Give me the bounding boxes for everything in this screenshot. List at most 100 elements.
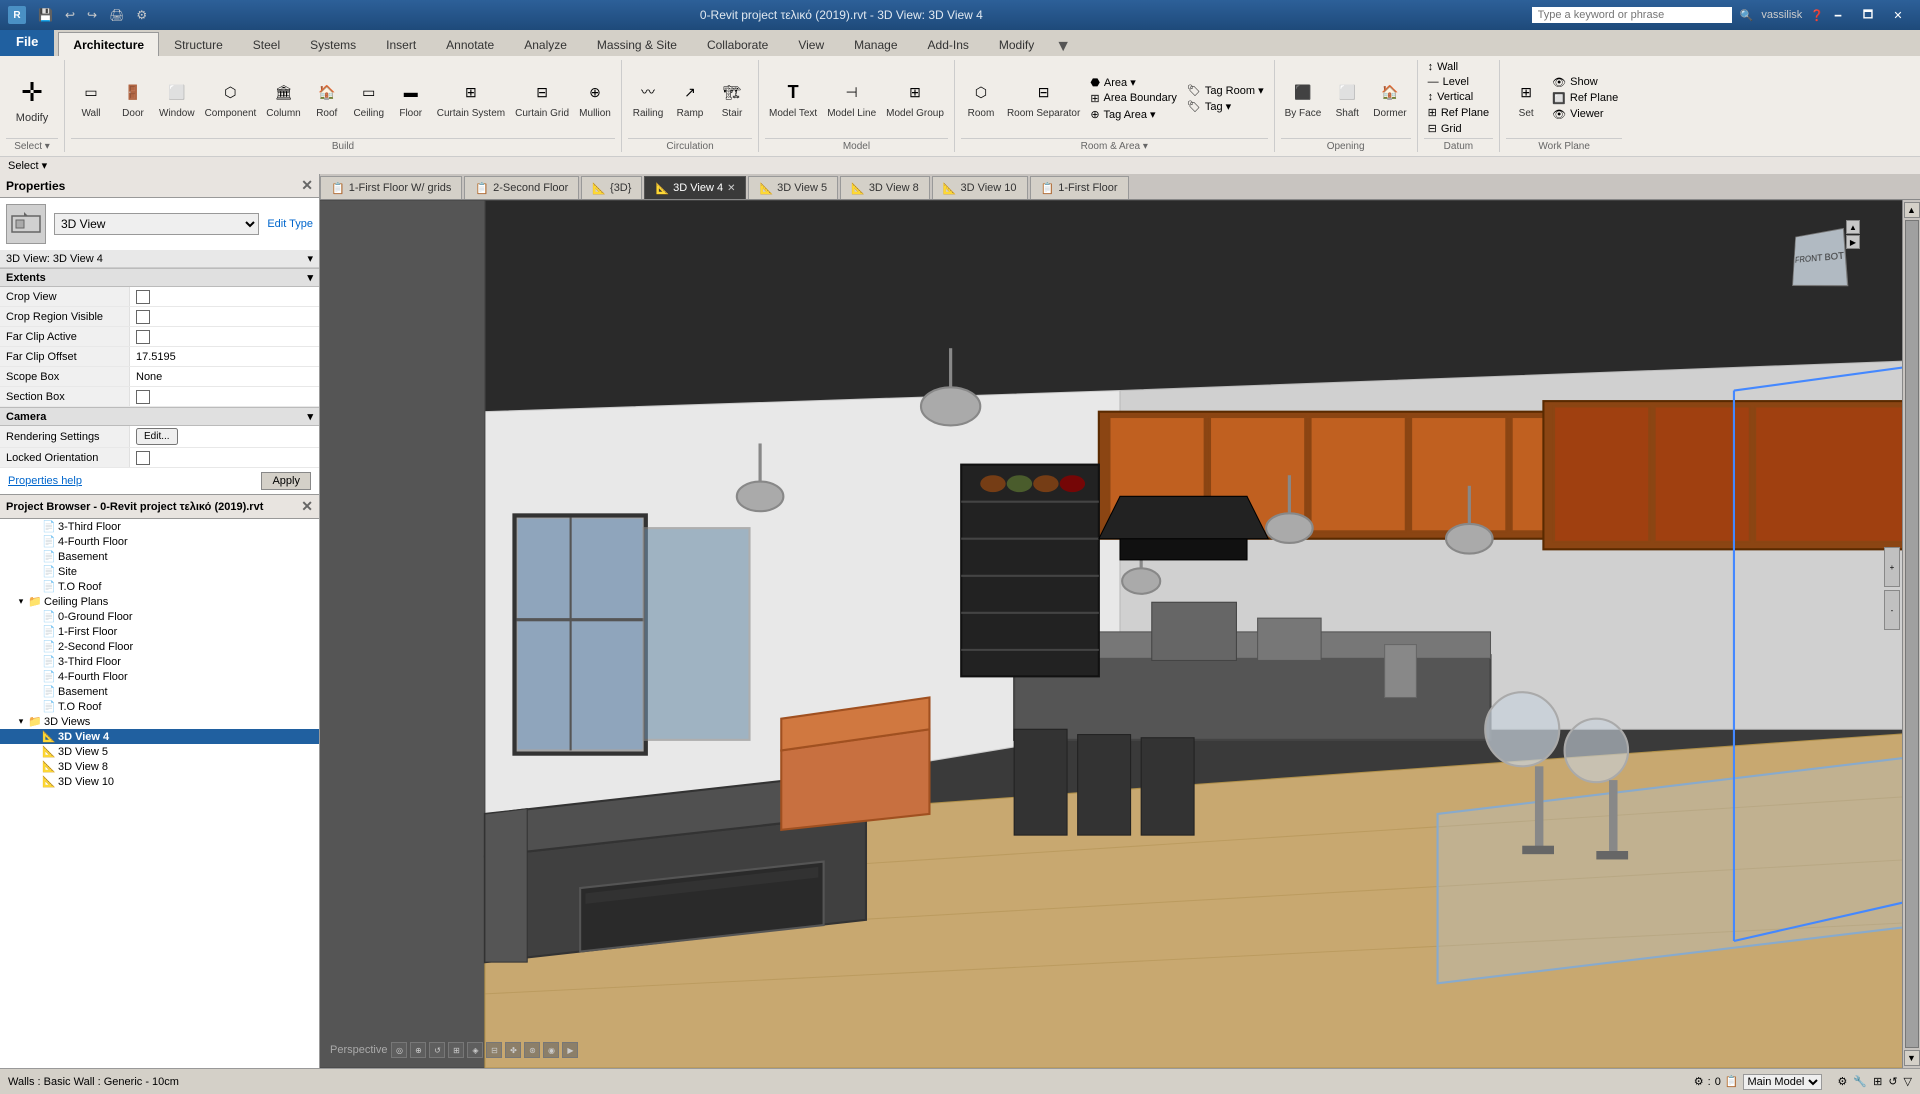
status-icon-5[interactable]: ▽: [1904, 1075, 1912, 1088]
wall-button[interactable]: ▭ Wall: [71, 74, 111, 122]
nav-cube-controls[interactable]: ▲ ▶: [1846, 220, 1860, 249]
view-dropdown[interactable]: 3D View: 3D View 4 ▾: [0, 250, 319, 268]
edit-rendering-button[interactable]: Edit...: [136, 428, 178, 445]
tab-view[interactable]: View: [783, 32, 839, 56]
window-button[interactable]: ⬜ Window: [155, 74, 199, 122]
tab-first-floor-grids[interactable]: 📋 1-First Floor W/ grids: [320, 176, 462, 199]
persp-icon-9[interactable]: ◉: [543, 1042, 559, 1058]
persp-icon-3[interactable]: ↺: [429, 1042, 445, 1058]
railing-button[interactable]: 〰 Railing: [628, 74, 668, 122]
prop-type-select[interactable]: 3D View: [54, 213, 259, 235]
tab-steel[interactable]: Steel: [238, 32, 295, 56]
extents-section-header[interactable]: Extents ▾: [0, 268, 319, 287]
level-button[interactable]: — Level: [1424, 75, 1494, 89]
nav-cube-right[interactable]: ▶: [1846, 235, 1860, 249]
project-browser-close-button[interactable]: ✕: [301, 498, 313, 515]
navigation-cube[interactable]: FRONT BOT ▲ ▶: [1780, 220, 1860, 300]
tree-item-basement[interactable]: 📄 Basement: [0, 549, 319, 564]
tab-analyze[interactable]: Analyze: [509, 32, 582, 56]
ceiling-button[interactable]: ▭ Ceiling: [349, 74, 389, 122]
by-face-button[interactable]: ⬛ By Face: [1281, 74, 1326, 122]
persp-icon-2[interactable]: ⊕: [410, 1042, 426, 1058]
tree-item-3d-views[interactable]: ▾ 📁 3D Views: [0, 714, 319, 729]
section-box-value[interactable]: [130, 387, 319, 406]
persp-icon-5[interactable]: ◈: [467, 1042, 483, 1058]
tab-structure[interactable]: Structure: [159, 32, 238, 56]
zoom-in-button[interactable]: +: [1884, 547, 1900, 587]
zoom-out-button[interactable]: -: [1884, 590, 1900, 630]
tab-close-icon[interactable]: ✕: [727, 183, 735, 194]
tab-addins[interactable]: Add-Ins: [913, 32, 984, 56]
ref-plane-button[interactable]: ⊞ Ref Plane: [1424, 105, 1494, 120]
tree-item-fourth-floor[interactable]: 📄 4-Fourth Floor: [0, 534, 319, 549]
settings-button[interactable]: ⚙: [132, 6, 151, 24]
crop-region-value[interactable]: [130, 307, 319, 326]
roof-button[interactable]: 🏠 Roof: [307, 74, 347, 122]
far-clip-offset-value[interactable]: 17.5195: [130, 347, 319, 366]
area-button[interactable]: ⬣ Area ▾: [1086, 75, 1181, 90]
tree-item-fourth-ceiling[interactable]: 📄 4-Fourth Floor: [0, 669, 319, 684]
ramp-button[interactable]: ↗ Ramp: [670, 74, 710, 122]
set-button[interactable]: ⊞ Set: [1506, 74, 1546, 122]
dormer-button[interactable]: 🏠 Dormer: [1369, 74, 1410, 122]
help-button[interactable]: ❓: [1810, 9, 1824, 22]
close-button[interactable]: ✕: [1884, 5, 1912, 25]
viewport-3d[interactable]: FRONT BOT ▲ ▶ ▲ ▼ + -: [320, 200, 1920, 1068]
file-tab[interactable]: File: [0, 30, 54, 56]
persp-icon-7[interactable]: ✤: [505, 1042, 521, 1058]
tree-item-third-floor[interactable]: 📄 3-Third Floor: [0, 519, 319, 534]
tree-item-second-ceiling[interactable]: 📄 2-Second Floor: [0, 639, 319, 654]
tab-3d-view-5[interactable]: 📐 3D View 5: [748, 176, 838, 199]
status-icon-4[interactable]: ↺: [1888, 1075, 1897, 1088]
model-line-button[interactable]: ⊣ Model Line: [823, 74, 880, 122]
tab-second-floor[interactable]: 📋 2-Second Floor: [464, 176, 579, 199]
ref-plane-viewer-button[interactable]: 🔲 Ref Plane: [1548, 91, 1622, 106]
shaft-button[interactable]: ⬜ Shaft: [1327, 74, 1367, 122]
modify-button[interactable]: ✛ Modify: [6, 68, 58, 128]
tag-room-button[interactable]: 🏷 Tag Room ▾: [1183, 83, 1268, 98]
tree-item-first-ceiling[interactable]: 📄 1-First Floor: [0, 624, 319, 639]
far-clip-active-checkbox[interactable]: [136, 330, 150, 344]
rendering-settings-value[interactable]: Edit...: [130, 426, 319, 447]
tree-item-3d-view-4[interactable]: 📐 3D View 4: [0, 729, 319, 744]
tree-item-3d-view-5[interactable]: 📐 3D View 5: [0, 744, 319, 759]
nav-cube-up[interactable]: ▲: [1846, 220, 1860, 234]
locked-orientation-checkbox[interactable]: [136, 451, 150, 465]
tab-systems[interactable]: Systems: [295, 32, 371, 56]
crop-view-checkbox[interactable]: [136, 290, 150, 304]
curtain-grid-button[interactable]: ⊟ Curtain Grid: [511, 74, 573, 122]
tab-3d[interactable]: 📐 {3D}: [581, 176, 642, 199]
tab-massing[interactable]: Massing & Site: [582, 32, 692, 56]
tab-first-floor[interactable]: 📋 1-First Floor: [1030, 176, 1129, 199]
status-model-select[interactable]: Main Model: [1743, 1074, 1822, 1090]
crop-view-value[interactable]: [130, 287, 319, 306]
room-separator-button[interactable]: ⊟ Room Separator: [1003, 74, 1084, 122]
status-icon-2[interactable]: 🔧: [1853, 1075, 1867, 1088]
grid-button[interactable]: ⊟ Grid: [1424, 121, 1494, 136]
show-button[interactable]: 👁 Show: [1548, 75, 1622, 90]
wall-datum-button[interactable]: ↕ Wall: [1424, 60, 1494, 74]
edit-type-button[interactable]: Edit Type: [267, 218, 313, 230]
tree-item-third-ceiling[interactable]: 📄 3-Third Floor: [0, 654, 319, 669]
tree-item-site[interactable]: 📄 Site: [0, 564, 319, 579]
area-boundary-button[interactable]: ⊞ Area Boundary: [1086, 91, 1181, 106]
mullion-button[interactable]: ⊕ Mullion: [575, 74, 615, 122]
project-browser-tree[interactable]: 📄 3-Third Floor 📄 4-Fourth Floor 📄 Basem…: [0, 519, 319, 1068]
stair-button[interactable]: 🏗 Stair: [712, 74, 752, 122]
locked-orientation-value[interactable]: [130, 448, 319, 467]
persp-icon-10[interactable]: ▶: [562, 1042, 578, 1058]
tag-all-button[interactable]: 🏷 Tag ▾: [1183, 99, 1268, 114]
tag-area-button[interactable]: ⊕ Tag Area ▾: [1086, 107, 1181, 122]
maximize-button[interactable]: 🗖: [1854, 5, 1882, 25]
camera-section-header[interactable]: Camera ▾: [0, 407, 319, 426]
status-icon-3[interactable]: ⊞: [1873, 1075, 1882, 1088]
tree-item-to-roof-1[interactable]: 📄 T.O Roof: [0, 579, 319, 594]
tab-manage[interactable]: Manage: [839, 32, 912, 56]
tree-item-3d-view-10[interactable]: 📐 3D View 10: [0, 774, 319, 789]
persp-icon-8[interactable]: ⊛: [524, 1042, 540, 1058]
vertical-button[interactable]: ↕ Vertical: [1424, 90, 1494, 104]
tab-architecture[interactable]: Architecture: [58, 32, 159, 56]
viewport-scrollbar[interactable]: ▲ ▼: [1902, 200, 1920, 1068]
model-group-button[interactable]: ⊞ Model Group: [882, 74, 948, 122]
tab-3d-view-8[interactable]: 📐 3D View 8: [840, 176, 930, 199]
